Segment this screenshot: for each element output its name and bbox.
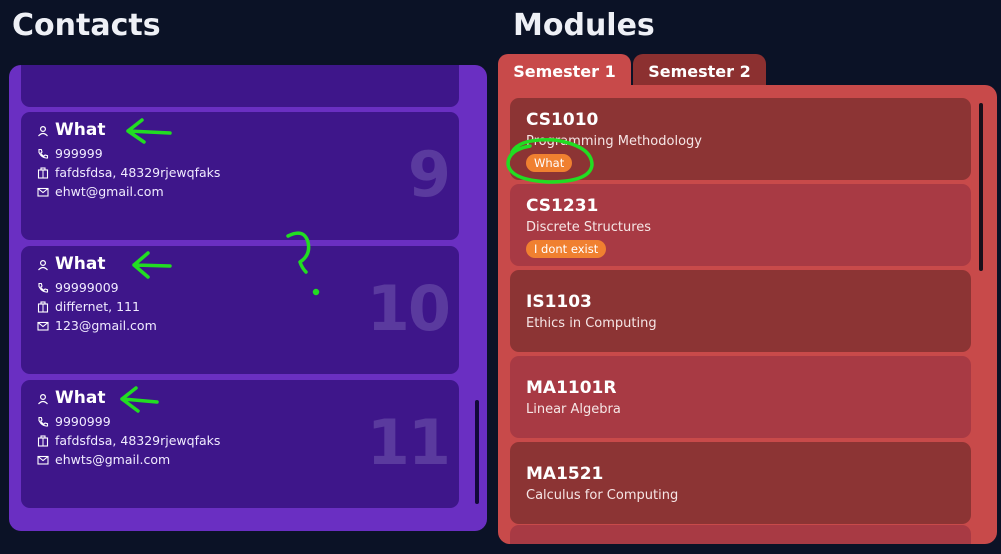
person-icon [38, 125, 48, 137]
person-icon [38, 259, 48, 271]
module-card[interactable]: CS1010 Programming Methodology What [510, 98, 971, 180]
contact-address: fafdsfdsa, 48329rjewqfaks [55, 165, 221, 180]
module-tag: What [526, 154, 573, 172]
modules-panel[interactable]: CS1010 Programming Methodology What CS12… [498, 85, 997, 544]
module-card[interactable]: CS1231 Discrete Structures I dont exist [510, 184, 971, 266]
module-name: Ethics in Computing [526, 316, 657, 331]
contact-card[interactable]: What 999999 fafdsfdsa, 48329rjewqfaks eh… [21, 112, 459, 240]
tab-semester-1[interactable]: Semester 1 [498, 54, 631, 88]
contact-email: ehwts@gmail.com [55, 452, 171, 467]
contact-email: 123@gmail.com [55, 318, 157, 333]
module-tag: I dont exist [526, 240, 607, 258]
mail-icon [37, 455, 49, 465]
module-code: MA1521 [526, 464, 604, 484]
module-name: Programming Methodology [526, 134, 702, 149]
mail-icon [37, 321, 49, 331]
contact-phone: 99999009 [55, 280, 119, 295]
module-name: Calculus for Computing [526, 488, 679, 503]
contacts-scrollbar[interactable] [475, 400, 479, 504]
contact-name: What [55, 120, 106, 140]
module-code: IS1103 [526, 292, 592, 312]
phone-icon [38, 282, 49, 293]
contact-index: 9 [407, 138, 451, 211]
module-card[interactable]: MA1101R Linear Algebra [510, 356, 971, 438]
modules-scrollbar[interactable] [979, 103, 983, 271]
contacts-panel[interactable]: What 999999 fafdsfdsa, 48329rjewqfaks eh… [9, 65, 487, 531]
contact-index: 10 [366, 272, 451, 345]
contacts-title: Contacts [12, 8, 161, 43]
contact-address: differnet, 111 [55, 299, 140, 314]
module-name: Discrete Structures [526, 220, 652, 235]
contact-card-partial[interactable] [21, 65, 459, 107]
contact-phone: 9990999 [55, 414, 111, 429]
module-code: MA1101R [526, 378, 617, 398]
building-icon [37, 435, 49, 447]
phone-icon [38, 148, 49, 159]
mail-icon [37, 187, 49, 197]
module-card[interactable]: IS1103 Ethics in Computing [510, 270, 971, 352]
building-icon [37, 301, 49, 313]
module-card[interactable]: MA1521 Calculus for Computing [510, 442, 971, 524]
contact-name: What [55, 254, 106, 274]
contact-name: What [55, 388, 106, 408]
contact-email: ehwt@gmail.com [55, 184, 164, 199]
module-code: CS1010 [526, 110, 599, 130]
contact-index: 11 [366, 406, 451, 479]
contact-card[interactable]: What 99999009 differnet, 111 123@gmail.c… [21, 246, 459, 374]
module-code: CS1231 [526, 196, 599, 216]
modules-title: Modules [513, 8, 655, 43]
contact-phone: 999999 [55, 146, 103, 161]
contact-address: fafdsfdsa, 48329rjewqfaks [55, 433, 221, 448]
phone-icon [38, 416, 49, 427]
tab-semester-2[interactable]: Semester 2 [633, 54, 766, 88]
building-icon [37, 167, 49, 179]
module-card-partial[interactable] [510, 525, 971, 544]
module-name: Linear Algebra [526, 402, 621, 417]
person-icon [38, 393, 48, 405]
contact-card[interactable]: What 9990999 fafdsfdsa, 48329rjewqfaks e… [21, 380, 459, 508]
